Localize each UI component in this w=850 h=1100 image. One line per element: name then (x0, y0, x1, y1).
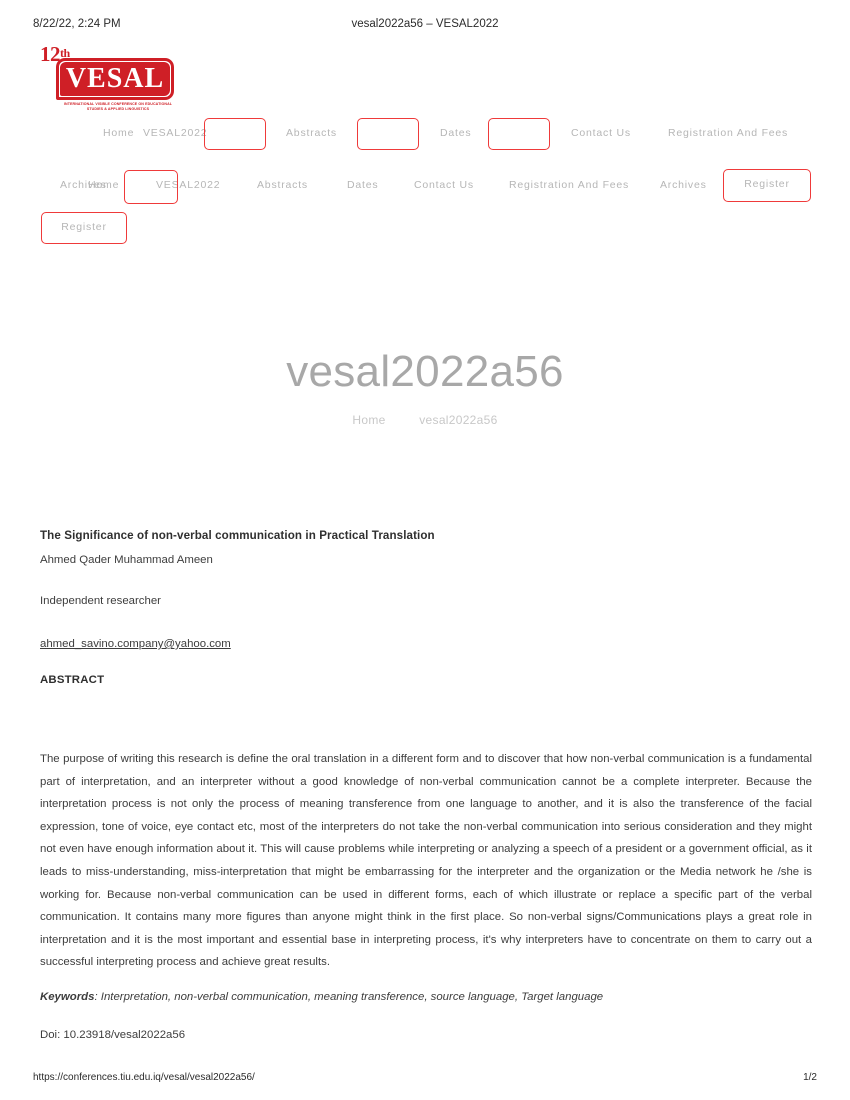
logo-subtitle: INTERNATIONAL VISIBLE CONFERENCE ON EDUC… (63, 102, 173, 112)
nav-item-contact-us-2[interactable]: Contact Us (414, 171, 474, 199)
register-button-top-label: Register (744, 178, 790, 190)
nav-item-dates-1[interactable]: Dates (440, 119, 471, 147)
site-header: 12th VESAL INTERNATIONAL VISIBLE CONFERE… (0, 40, 850, 244)
register-button-top[interactable]: Register (723, 169, 811, 202)
nav-item-abstracts-2[interactable]: Abstracts (257, 171, 308, 199)
print-document-title: vesal2022a56 – VESAL2022 (351, 18, 499, 30)
abstract-heading: ABSTRACT (40, 674, 105, 686)
nav-item-registration-fees-1[interactable]: Registration And Fees (668, 119, 788, 147)
register-button-bottom-label: Register (61, 221, 107, 233)
nav-item-abstracts-1[interactable]: Abstracts (286, 119, 337, 147)
article-title: The Significance of non-verbal communica… (40, 529, 435, 542)
nav-item-registration-fees-2[interactable]: Registration And Fees (509, 171, 629, 199)
nav-item-archives-2b[interactable]: Archives (660, 171, 707, 199)
keywords-value: : Interpretation, non-verbal communicati… (94, 990, 604, 1003)
breadcrumb-item-current: vesal2022a56 (419, 413, 498, 427)
nav-item-home-1[interactable]: Home (103, 119, 134, 147)
vesal-logo[interactable]: 12th VESAL INTERNATIONAL VISIBLE CONFERE… (40, 44, 180, 122)
nav-item-dates-2[interactable]: Dates (347, 171, 378, 199)
article-affiliation: Independent researcher (40, 595, 161, 607)
nav-item-contact-us-1[interactable]: Contact Us (571, 119, 631, 147)
register-button-bottom[interactable]: Register (41, 212, 127, 244)
keywords-label: Keywords (40, 990, 95, 1003)
article-email-link[interactable]: ahmed_savino.company@yahoo.com (40, 636, 231, 652)
keywords-line: Keywords: Interpretation, non-verbal com… (40, 988, 812, 1006)
hero-section: vesal2022a56 Home vesal2022a56 (0, 345, 850, 427)
nav-box-1[interactable] (204, 118, 266, 150)
nav-box-4[interactable] (124, 170, 178, 204)
abstract-body: The purpose of writing this research is … (40, 753, 812, 969)
article-author: Ahmed Qader Muhammad Ameen (40, 554, 213, 566)
breadcrumb: Home vesal2022a56 (0, 413, 850, 427)
breadcrumb-item-home[interactable]: Home (352, 413, 385, 427)
logo-wordmark: VESAL (65, 63, 165, 94)
logo-badge-icon: VESAL (56, 58, 174, 108)
print-page-number: 1/2 (803, 1072, 817, 1083)
nav-item-home-2[interactable]: Home (88, 171, 119, 199)
nav-box-2[interactable] (357, 118, 419, 150)
nav-box-3[interactable] (488, 118, 550, 150)
print-source-url: https://conferences.tiu.edu.iq/vesal/ves… (33, 1072, 255, 1083)
page-title: vesal2022a56 (286, 347, 564, 396)
article-content: The Significance of non-verbal communica… (40, 528, 812, 1044)
doi-line: Doi: 10.23918/vesal2022a56 (40, 1028, 186, 1041)
print-header: 8/22/22, 2:24 PM vesal2022a56 – VESAL202… (0, 18, 850, 34)
primary-nav-row: Home VESAL2022 Abstracts Dates Contact U… (0, 119, 850, 147)
print-footer: https://conferences.tiu.edu.iq/vesal/ves… (0, 1072, 850, 1088)
nav-item-vesal2022-1[interactable]: VESAL2022 (143, 119, 207, 147)
